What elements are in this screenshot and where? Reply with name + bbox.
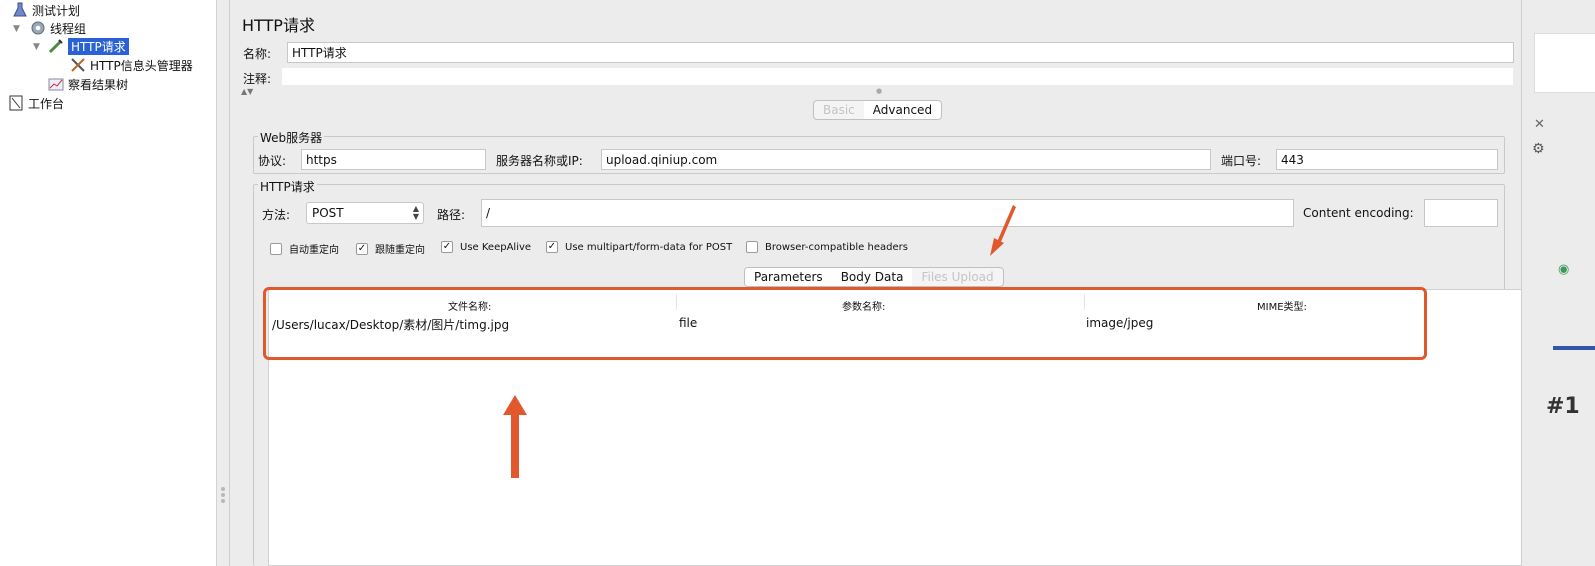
close-icon[interactable]: ✕: [1534, 117, 1545, 132]
annotation-arrow: [511, 410, 519, 478]
right-edge-window: ✕ ⚙ ◉ #1: [1521, 0, 1595, 566]
annotation-arrow: [997, 205, 1016, 244]
accent-bar: [1553, 346, 1595, 350]
annotation-arrow: [990, 238, 1004, 256]
annotation-arrow: [503, 395, 527, 415]
share-icon[interactable]: ◉: [1558, 262, 1569, 277]
gear-icon[interactable]: ⚙: [1532, 141, 1545, 157]
adjacent-window-panel: [1534, 33, 1595, 93]
annotation-arrows: [503, 205, 1016, 478]
edge-text: #1: [1546, 394, 1580, 419]
